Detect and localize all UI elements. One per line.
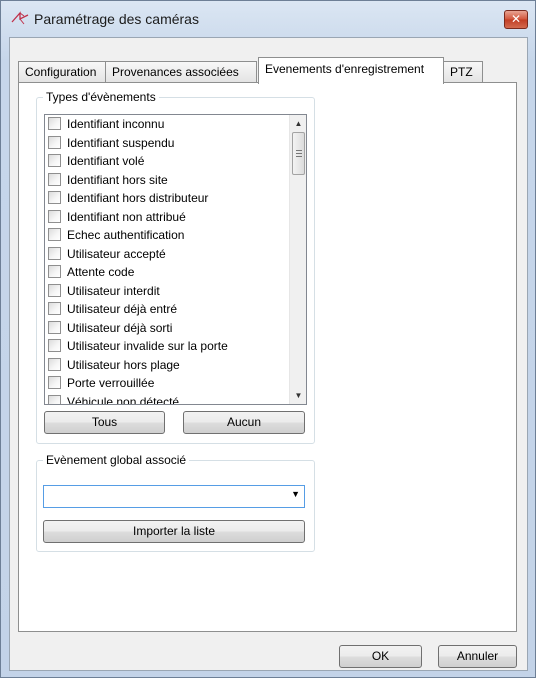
checkbox[interactable]	[48, 320, 61, 334]
event-type-item[interactable]: Identifiant non attribué	[45, 208, 306, 227]
global-event-legend: Evènement global associé	[43, 453, 190, 467]
checkbox[interactable]	[48, 154, 61, 168]
checkbox[interactable]	[48, 394, 61, 404]
checkbox[interactable]	[48, 172, 61, 186]
checkbox[interactable]	[48, 283, 61, 297]
checkbox[interactable]	[48, 209, 61, 223]
checkbox[interactable]	[48, 191, 61, 205]
event-type-item[interactable]: Identifiant suspendu	[45, 134, 306, 153]
tab-label: Evenements d'enregistrement	[265, 62, 425, 76]
tab-label: Provenances associées	[112, 65, 239, 79]
select-all-button[interactable]: Tous	[44, 411, 165, 434]
event-type-item[interactable]: Identifiant hors site	[45, 171, 306, 190]
event-type-item[interactable]: Identifiant hors distributeur	[45, 189, 306, 208]
scroll-down-icon[interactable]: ▼	[290, 387, 306, 404]
event-type-label: Echec authentification	[67, 228, 185, 242]
scroll-up-icon[interactable]: ▲	[290, 115, 306, 132]
global-event-combobox[interactable]: ▼	[43, 485, 305, 508]
event-type-item[interactable]: Attente code	[45, 263, 306, 282]
tab-provenances[interactable]: Provenances associées	[105, 61, 257, 83]
grip-line	[296, 150, 302, 151]
tab-configuration[interactable]: Configuration	[18, 61, 106, 83]
event-type-item[interactable]: Porte verrouillée	[45, 374, 306, 393]
vertical-scrollbar[interactable]: ▲ ▼	[289, 115, 306, 404]
tab-panel-evenements: Types d'évènements Identifiant inconnu Id…	[18, 82, 517, 632]
window-title: Paramétrage des caméras	[34, 11, 199, 27]
import-list-button[interactable]: Importer la liste	[43, 520, 305, 543]
checkbox[interactable]	[48, 357, 61, 371]
tab-ptz[interactable]: PTZ	[443, 61, 483, 83]
grip-line	[296, 156, 302, 157]
chevron-down-icon[interactable]: ▼	[291, 489, 300, 499]
event-type-item[interactable]: Utilisateur déjà entré	[45, 300, 306, 319]
event-type-item[interactable]: Utilisateur invalide sur la porte	[45, 337, 306, 356]
event-type-label: Utilisateur accepté	[67, 246, 166, 261]
event-type-label: Identifiant suspendu	[67, 135, 175, 150]
grip-line	[296, 153, 302, 154]
event-type-label: Utilisateur déjà sorti	[67, 320, 173, 335]
event-type-label: Identifiant inconnu	[67, 117, 165, 131]
checkbox[interactable]	[48, 339, 61, 353]
global-event-group: Evènement global associé ▼ Importer la l…	[36, 453, 315, 552]
checkbox[interactable]	[48, 265, 61, 279]
event-types-checklist[interactable]: Identifiant inconnu Identifiant suspendu I…	[44, 114, 307, 405]
cancel-button[interactable]: Annuler	[438, 645, 517, 668]
tab-evenements-enregistrement[interactable]: Evenements d'enregistrement	[258, 57, 444, 84]
event-type-label: Utilisateur déjà entré	[67, 302, 178, 316]
tab-label: PTZ	[450, 65, 473, 79]
event-type-item[interactable]: Utilisateur hors plage	[45, 356, 306, 375]
event-type-label: Porte verrouillée	[67, 376, 155, 390]
scroll-thumb[interactable]	[292, 132, 305, 175]
event-type-item[interactable]: Utilisateur interdit	[45, 282, 306, 301]
event-type-label: Identifiant hors site	[67, 172, 168, 187]
event-type-item[interactable]: Utilisateur accepté	[45, 245, 306, 264]
camera-app-icon	[11, 11, 29, 25]
ok-button[interactable]: OK	[339, 645, 422, 668]
checklist-items: Identifiant inconnu Identifiant suspendu I…	[45, 115, 306, 405]
event-type-label: Identifiant volé	[67, 154, 145, 168]
event-type-label: Identifiant hors distributeur	[67, 191, 209, 205]
event-type-label: Véhicule non détecté	[67, 394, 180, 405]
checkbox[interactable]	[48, 228, 61, 242]
checkbox[interactable]	[48, 117, 61, 131]
close-button[interactable]: ✕	[504, 10, 528, 29]
event-types-legend: Types d'évènements	[43, 90, 159, 104]
event-type-item[interactable]: Utilisateur déjà sorti	[45, 319, 306, 338]
event-type-label: Utilisateur hors plage	[67, 357, 180, 372]
event-type-item[interactable]: Identifiant volé	[45, 152, 306, 171]
checkbox[interactable]	[48, 302, 61, 316]
select-none-button[interactable]: Aucun	[183, 411, 305, 434]
event-type-label: Attente code	[67, 265, 135, 279]
event-type-label: Identifiant non attribué	[67, 209, 186, 224]
event-type-item[interactable]: Véhicule non détecté	[45, 393, 306, 405]
event-type-label: Utilisateur invalide sur la porte	[67, 339, 228, 353]
checkbox[interactable]	[48, 135, 61, 149]
close-icon: ✕	[510, 12, 522, 26]
checkbox[interactable]	[48, 376, 61, 390]
tab-label: Configuration	[25, 65, 97, 79]
checkbox[interactable]	[48, 246, 61, 260]
event-type-label: Utilisateur interdit	[67, 283, 160, 298]
event-type-item[interactable]: Echec authentification	[45, 226, 306, 245]
event-types-group: Types d'évènements Identifiant inconnu Id…	[36, 90, 315, 444]
event-type-item[interactable]: Identifiant inconnu	[45, 115, 306, 134]
title-bar[interactable]: Paramétrage des caméras ✕	[1, 1, 535, 35]
